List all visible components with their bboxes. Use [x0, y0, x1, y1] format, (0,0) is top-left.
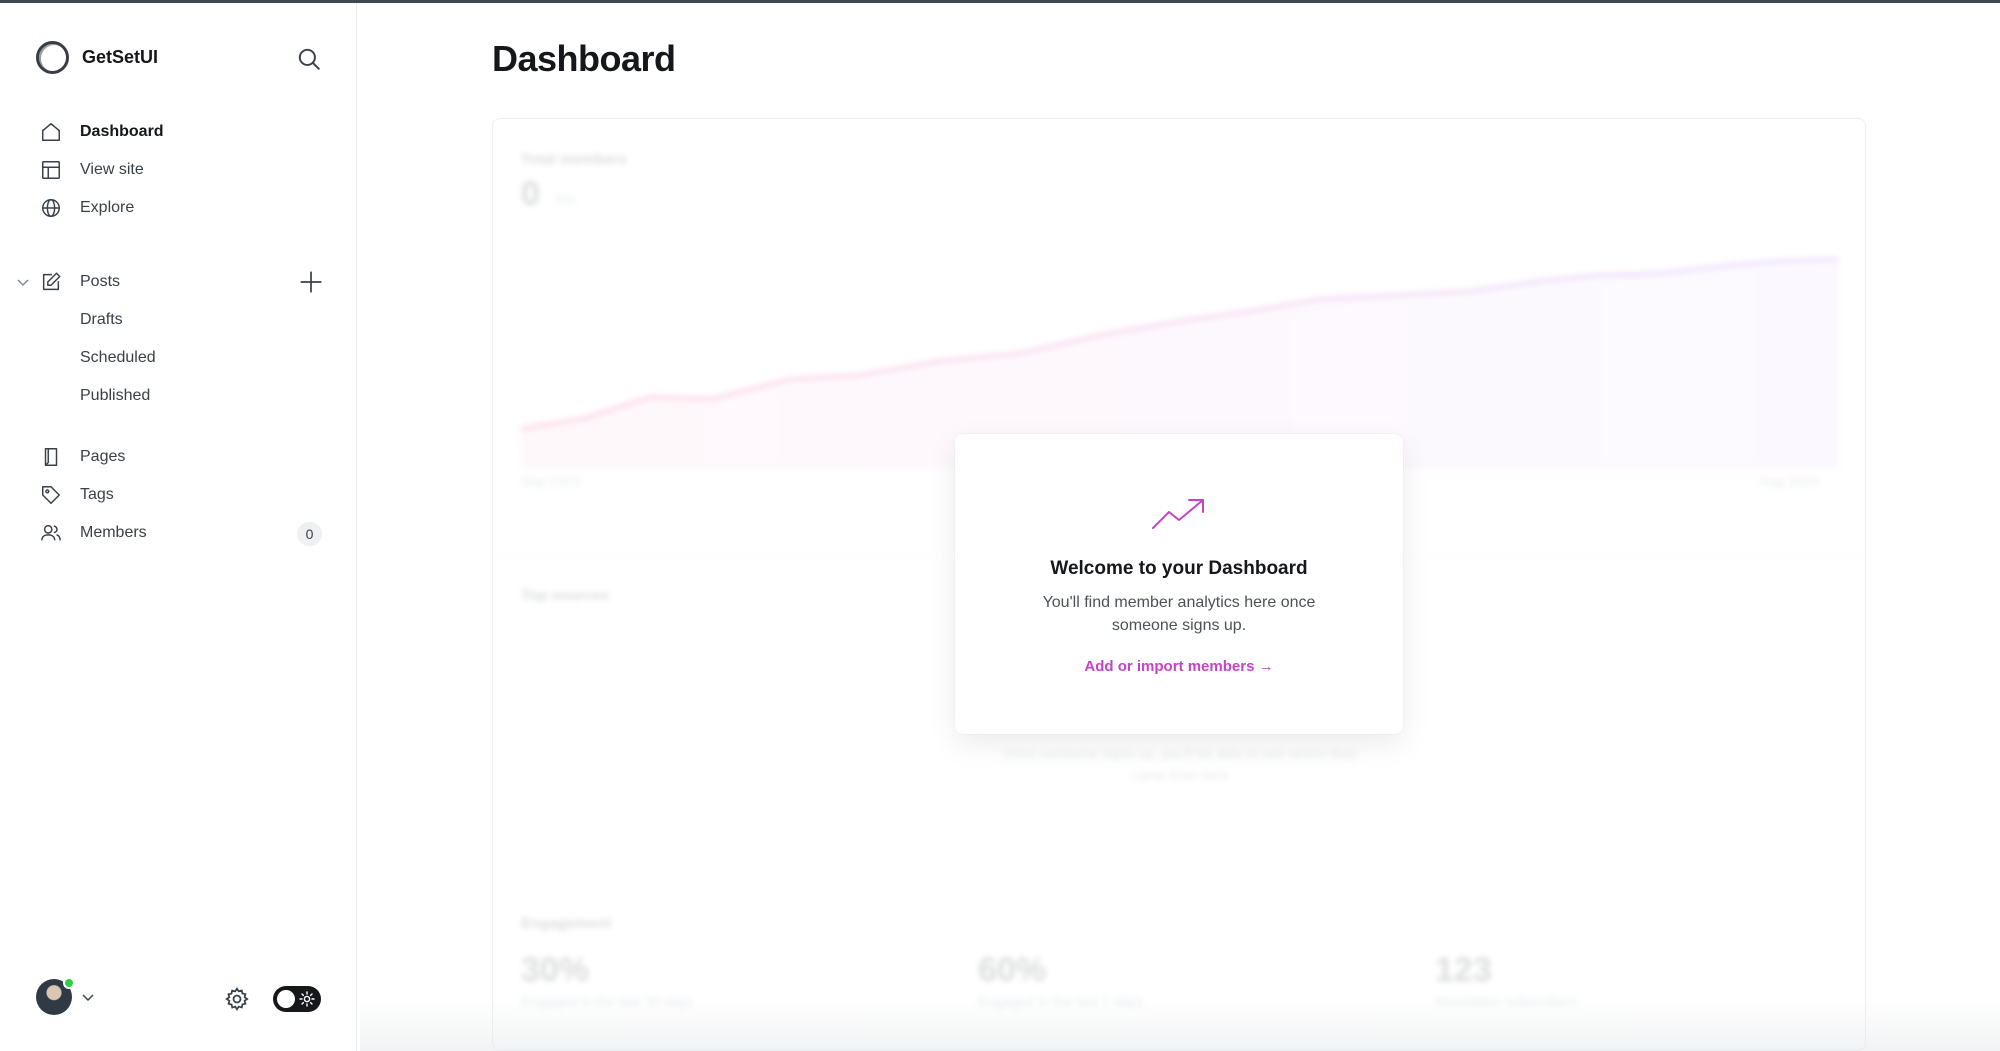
- total-members-delta: 0%: [555, 191, 576, 207]
- top-sources-label: Top sources: [521, 587, 610, 604]
- welcome-title: Welcome to your Dashboard: [1050, 558, 1308, 579]
- engagement-value-7d: 60%: [978, 951, 1047, 989]
- page-icon: [44, 448, 58, 466]
- online-status-dot: [63, 977, 75, 989]
- add-import-members-link[interactable]: Add or import members →: [955, 658, 1403, 675]
- search-icon[interactable]: [296, 46, 322, 72]
- sidebar-item-posts[interactable]: Posts: [40, 266, 330, 298]
- sidebar-item-label: Dashboard: [80, 123, 164, 140]
- chevron-down-icon[interactable]: [15, 274, 31, 290]
- welcome-text: You'll find member analytics here once s…: [1042, 594, 1316, 634]
- sidebar-subitem-drafts[interactable]: Drafts: [80, 306, 123, 334]
- site-logo: [36, 41, 69, 74]
- sidebar-item-dashboard[interactable]: Dashboard: [40, 116, 330, 148]
- sidebar-subitem-scheduled[interactable]: Scheduled: [80, 344, 156, 372]
- page-title: Dashboard: [492, 38, 676, 79]
- theme-toggle[interactable]: [273, 986, 321, 1012]
- sidebar-item-label: Members: [80, 524, 147, 541]
- total-members-label: Total members: [521, 151, 627, 168]
- engagement-value-30d: 30%: [521, 951, 590, 989]
- sidebar: GetSetUI Dashboard View site Explore Pos…: [0, 3, 357, 1051]
- sidebar-item-tags[interactable]: Tags: [40, 479, 330, 511]
- avatar: [36, 977, 75, 1015]
- chart-start-label: Sep 2023: [521, 473, 581, 489]
- members-icon: [41, 524, 61, 541]
- gear-icon[interactable]: [224, 986, 250, 1012]
- total-members-value: 0: [521, 175, 540, 213]
- add-post-icon[interactable]: [298, 269, 324, 295]
- sidebar-item-view-site[interactable]: View site: [40, 154, 330, 186]
- sidebar-item-label: Explore: [80, 199, 135, 216]
- sidebar-item-label: Posts: [80, 273, 121, 290]
- globe-icon: [42, 199, 60, 217]
- newsletter-subscribers-value: 123: [1435, 951, 1492, 989]
- layout-icon: [42, 161, 60, 179]
- toggle-knob: [277, 990, 295, 1008]
- members-count-badge: 0: [297, 522, 322, 546]
- home-icon: [42, 123, 60, 141]
- chevron-down-icon: [82, 994, 94, 1002]
- chart-end-label: Aug 2024: [1759, 473, 1819, 489]
- sidebar-item-pages[interactable]: Pages: [40, 441, 330, 473]
- site-name: GetSetUI: [82, 47, 159, 67]
- user-menu[interactable]: [36, 977, 96, 1015]
- sidebar-item-members[interactable]: Members: [40, 517, 330, 549]
- trending-up-icon: [1152, 499, 1204, 529]
- sidebar-item-label: Pages: [80, 448, 126, 465]
- sidebar-subitem-published[interactable]: Published: [80, 382, 150, 410]
- welcome-card: Welcome to your Dashboard You'll find me…: [955, 434, 1403, 734]
- bottom-shadow: [360, 1000, 2000, 1051]
- sidebar-item-label: Tags: [80, 486, 114, 503]
- sidebar-item-label: View site: [80, 161, 144, 178]
- sidebar-item-explore[interactable]: Explore: [40, 192, 330, 224]
- brand[interactable]: GetSetUI: [36, 41, 158, 74]
- top-sources-empty-line-2: came from here: [1130, 767, 1230, 783]
- tag-icon: [42, 486, 60, 504]
- sun-icon: [299, 991, 315, 1007]
- edit-icon: [42, 272, 61, 291]
- top-sources-empty-line-1: Once someone signs up, you'll be able to…: [1002, 745, 1358, 761]
- engagement-label: Engagement: [521, 915, 612, 932]
